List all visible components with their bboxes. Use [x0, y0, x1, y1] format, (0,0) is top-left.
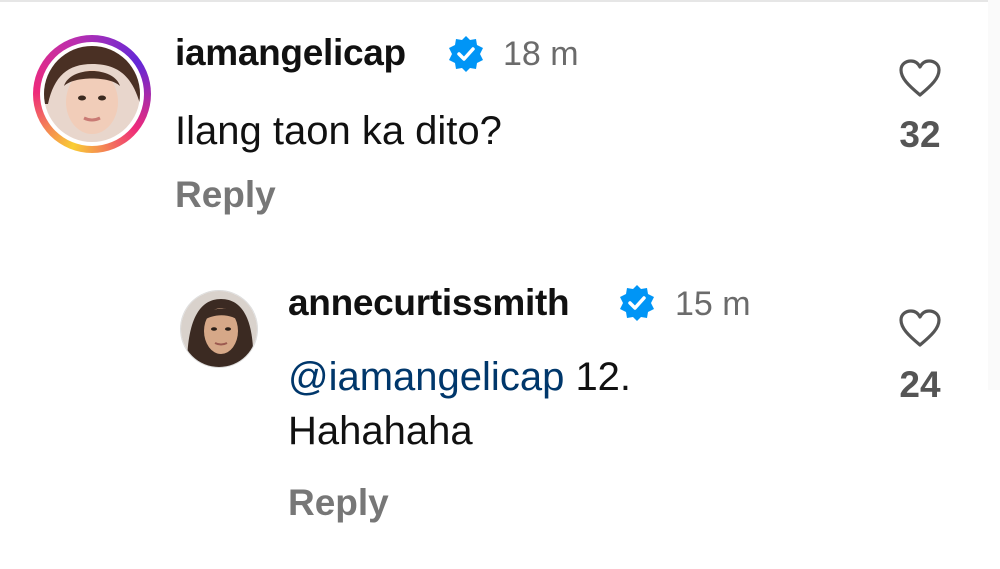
profile-avatar-iamangelicap: [44, 46, 140, 142]
reply-text-line1: 12.: [575, 355, 632, 399]
top-divider: [0, 0, 1000, 2]
like-count: 32: [899, 114, 941, 155]
comment-text: Ilang taon ka dito?: [175, 109, 502, 153]
reply-text-line2: Hahahaha: [288, 409, 473, 453]
verified-badge-icon: [620, 285, 654, 321]
heart-icon[interactable]: [898, 58, 942, 98]
heart-icon[interactable]: [898, 308, 942, 348]
reply-timestamp: 15 m: [675, 285, 751, 323]
profile-avatar-annecurtissmith[interactable]: [180, 290, 258, 368]
reply-username[interactable]: annecurtissmith: [288, 282, 570, 324]
comment-timestamp: 18 m: [503, 35, 579, 73]
mention-link[interactable]: @iamangelicap: [288, 355, 564, 399]
verified-badge-icon: [449, 36, 483, 72]
scrollbar-track[interactable]: [988, 0, 1000, 390]
comment-username[interactable]: iamangelicap: [175, 32, 406, 74]
reply-button[interactable]: Reply: [288, 482, 389, 524]
reply-button[interactable]: Reply: [175, 174, 276, 216]
like-count: 24: [899, 364, 941, 405]
reply-text: @iamangelicap 12. Hahahaha: [288, 350, 631, 458]
story-ring-avatar[interactable]: [33, 35, 151, 153]
